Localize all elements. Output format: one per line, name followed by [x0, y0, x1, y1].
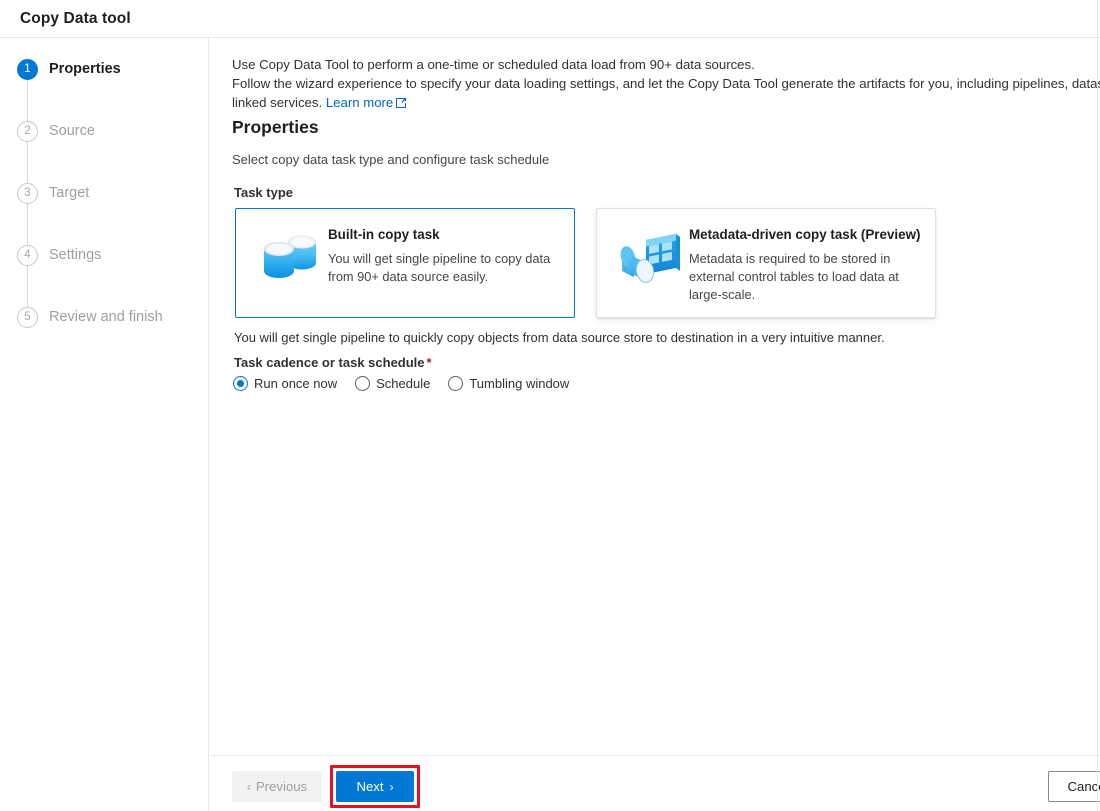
main-content-pane: Use Copy Data Tool to perform a one-time…: [210, 38, 1100, 811]
sidebar-step-label-source: Source: [49, 123, 95, 139]
sidebar-step-label-properties: Properties: [49, 61, 121, 77]
task-type-card-group: Built-in copy task You will get single p…: [235, 208, 936, 318]
sidebar-step-label-settings: Settings: [49, 247, 102, 263]
window-right-edge: [1097, 0, 1098, 811]
radio-dot-run-once-now: [233, 376, 248, 391]
sidebar-step-source[interactable]: 2 Source: [0, 100, 209, 195]
wizard-sidebar: 1 Properties 2 Source 3 Target 4 Setting…: [0, 38, 209, 811]
page-subtitle: Select copy data task type and configure…: [232, 152, 550, 167]
intro-line-3-text: linked services.: [232, 95, 323, 110]
sidebar-step-label-target: Target: [49, 185, 90, 201]
sidebar-step-label-review-and-finish: Review and finish: [49, 309, 163, 325]
step-badge-1: 1: [17, 58, 38, 80]
selection-note: You will get single pipeline to quickly …: [234, 330, 885, 345]
task-cadence-radio-group: Run once now Schedule Tumbling window: [233, 376, 569, 391]
radio-tumbling-window[interactable]: Tumbling window: [448, 376, 569, 391]
window-titlebar: Copy Data tool: [0, 0, 1100, 38]
task-cadence-label: Task cadence or task schedule *: [234, 355, 432, 370]
sidebar-step-settings[interactable]: 4 Settings: [0, 224, 209, 319]
external-link-icon: [396, 94, 407, 113]
cancel-button-label: Cancel: [1067, 779, 1100, 794]
card-text-metadata-driven: Metadata-driven copy task (Preview) Meta…: [689, 225, 921, 304]
next-button-label: Next: [356, 779, 384, 794]
task-type-card-built-in-copy-task[interactable]: Built-in copy task You will get single p…: [235, 208, 575, 318]
radio-schedule[interactable]: Schedule: [355, 376, 430, 391]
card-description-built-in-copy-task: You will get single pipeline to copy dat…: [328, 251, 551, 284]
step-badge-2: 2: [17, 120, 38, 142]
card-text-built-in: Built-in copy task You will get single p…: [328, 225, 560, 286]
wizard-step-list: 1 Properties 2 Source 3 Target 4 Setting…: [0, 38, 209, 348]
previous-button[interactable]: ‹ Previous: [232, 771, 322, 802]
wizard-footer: ‹ Previous Next › Cancel: [210, 755, 1100, 811]
sidebar-step-review-and-finish[interactable]: 5 Review and finish: [0, 286, 209, 348]
step-badge-4: 4: [17, 244, 38, 266]
radio-label-run-once-now: Run once now: [254, 376, 338, 391]
radio-dot-schedule: [355, 376, 371, 391]
metadata-table-funnel-icon: [611, 225, 689, 297]
copy-data-tool-window: Copy Data tool 1 Properties 2 Source 3 T…: [0, 0, 1100, 811]
card-description-metadata-driven-copy-task: Metadata is required to be stored in ext…: [689, 251, 899, 302]
learn-more-label: Learn more: [325, 95, 394, 110]
page-title: Properties: [232, 117, 319, 137]
learn-more-link[interactable]: Learn more: [326, 95, 407, 110]
chevron-right-icon: ›: [389, 779, 394, 794]
intro-description: Use Copy Data Tool to perform a one-time…: [232, 55, 1100, 113]
card-title-built-in-copy-task: Built-in copy task: [328, 227, 440, 242]
sidebar-step-properties[interactable]: 1 Properties: [0, 38, 209, 133]
radio-dot-tumbling-window: [448, 376, 464, 391]
database-stack-icon: [250, 225, 328, 297]
radio-label-tumbling-window: Tumbling window: [469, 376, 570, 391]
next-button[interactable]: Next ›: [336, 771, 414, 802]
intro-line-3: linked services. Learn more: [232, 93, 1080, 113]
required-asterisk: *: [426, 355, 432, 370]
chevron-left-icon: ‹: [246, 779, 251, 794]
window-title: Copy Data tool: [20, 9, 131, 27]
cancel-button[interactable]: Cancel: [1048, 771, 1100, 802]
previous-button-label: Previous: [255, 779, 308, 794]
card-title-metadata-driven-copy-task: Metadata-driven copy task (Preview): [689, 227, 921, 242]
radio-run-once-now[interactable]: Run once now: [233, 376, 337, 391]
step-badge-3: 3: [17, 182, 38, 204]
step-badge-5: 5: [17, 306, 38, 328]
intro-line-2: Follow the wizard experience to specify …: [232, 76, 1100, 91]
sidebar-step-target[interactable]: 3 Target: [0, 162, 209, 257]
task-type-card-metadata-driven-copy-task[interactable]: Metadata-driven copy task (Preview) Meta…: [596, 208, 936, 318]
task-cadence-label-text: Task cadence or task schedule: [234, 355, 425, 370]
radio-label-schedule: Schedule: [376, 376, 431, 391]
intro-line-1: Use Copy Data Tool to perform a one-time…: [232, 57, 755, 72]
task-type-label: Task type: [234, 185, 294, 200]
